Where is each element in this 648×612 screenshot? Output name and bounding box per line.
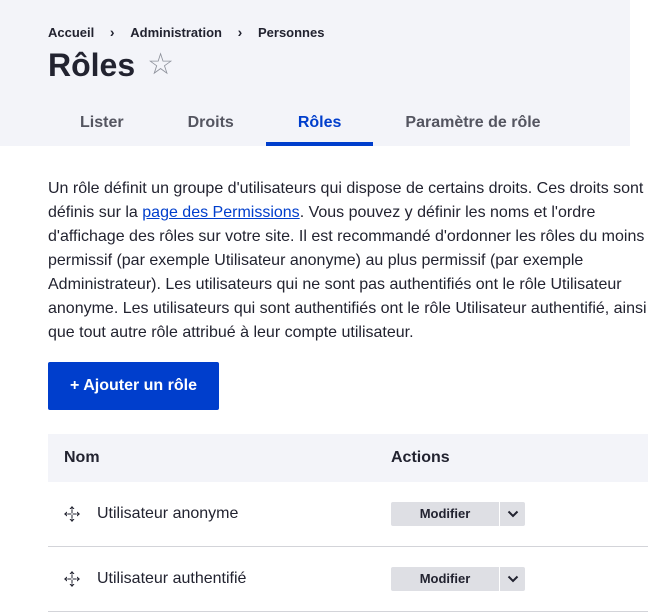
table-header: Nom Actions [48, 434, 648, 482]
role-name: Utilisateur anonyme [97, 505, 239, 522]
table-row: Utilisateur anonyme Modifier [48, 482, 648, 547]
dropbutton: Modifier [391, 502, 525, 526]
drag-handle-icon[interactable] [64, 506, 80, 522]
star-shortcut-icon[interactable]: ☆ [147, 44, 174, 86]
page-title-row: Rôles ☆ [48, 44, 174, 86]
modify-button[interactable]: Modifier [391, 502, 500, 526]
chevron-down-icon [507, 575, 518, 583]
table-row: Utilisateur authentifié Modifier [48, 547, 648, 612]
dropbutton: Modifier [391, 567, 525, 591]
breadcrumb-link-administration[interactable]: Administration [130, 25, 222, 40]
dropbutton-toggle[interactable] [500, 567, 525, 591]
dropbutton-toggle[interactable] [500, 502, 525, 526]
tab-droits[interactable]: Droits [156, 104, 266, 146]
drag-handle-icon[interactable] [64, 571, 80, 587]
breadcrumb-link-accueil[interactable]: Accueil [48, 25, 94, 40]
add-role-button[interactable]: + Ajouter un rôle [48, 362, 219, 410]
breadcrumb-separator-icon: › [109, 24, 115, 40]
page-header: Accueil › Administration › Personnes Rôl… [0, 0, 630, 146]
chevron-down-icon [507, 510, 518, 518]
page-title: Rôles [48, 47, 136, 83]
role-name: Utilisateur authentifié [97, 570, 247, 587]
tab-roles[interactable]: Rôles [265, 104, 374, 146]
modify-button[interactable]: Modifier [391, 567, 500, 591]
roles-description: Un rôle définit un groupe d'utilisateurs… [48, 177, 648, 345]
breadcrumb-link-personnes[interactable]: Personnes [258, 25, 324, 40]
breadcrumb-separator-icon: › [237, 24, 243, 40]
description-text-after: . Vous pouvez y définir les noms et l'or… [48, 204, 647, 341]
tab-lister[interactable]: Lister [48, 104, 156, 146]
column-header-actions: Actions [391, 449, 450, 466]
breadcrumb: Accueil › Administration › Personnes [48, 24, 324, 40]
roles-table: Nom Actions Utilisateur anonyme Modifier… [48, 434, 648, 612]
permissions-page-link[interactable]: page des Permissions [142, 204, 299, 221]
tabs: Lister Droits Rôles Paramètre de rôle [48, 104, 573, 146]
tab-parametre-de-role[interactable]: Paramètre de rôle [373, 104, 572, 146]
column-header-name: Nom [64, 449, 100, 466]
